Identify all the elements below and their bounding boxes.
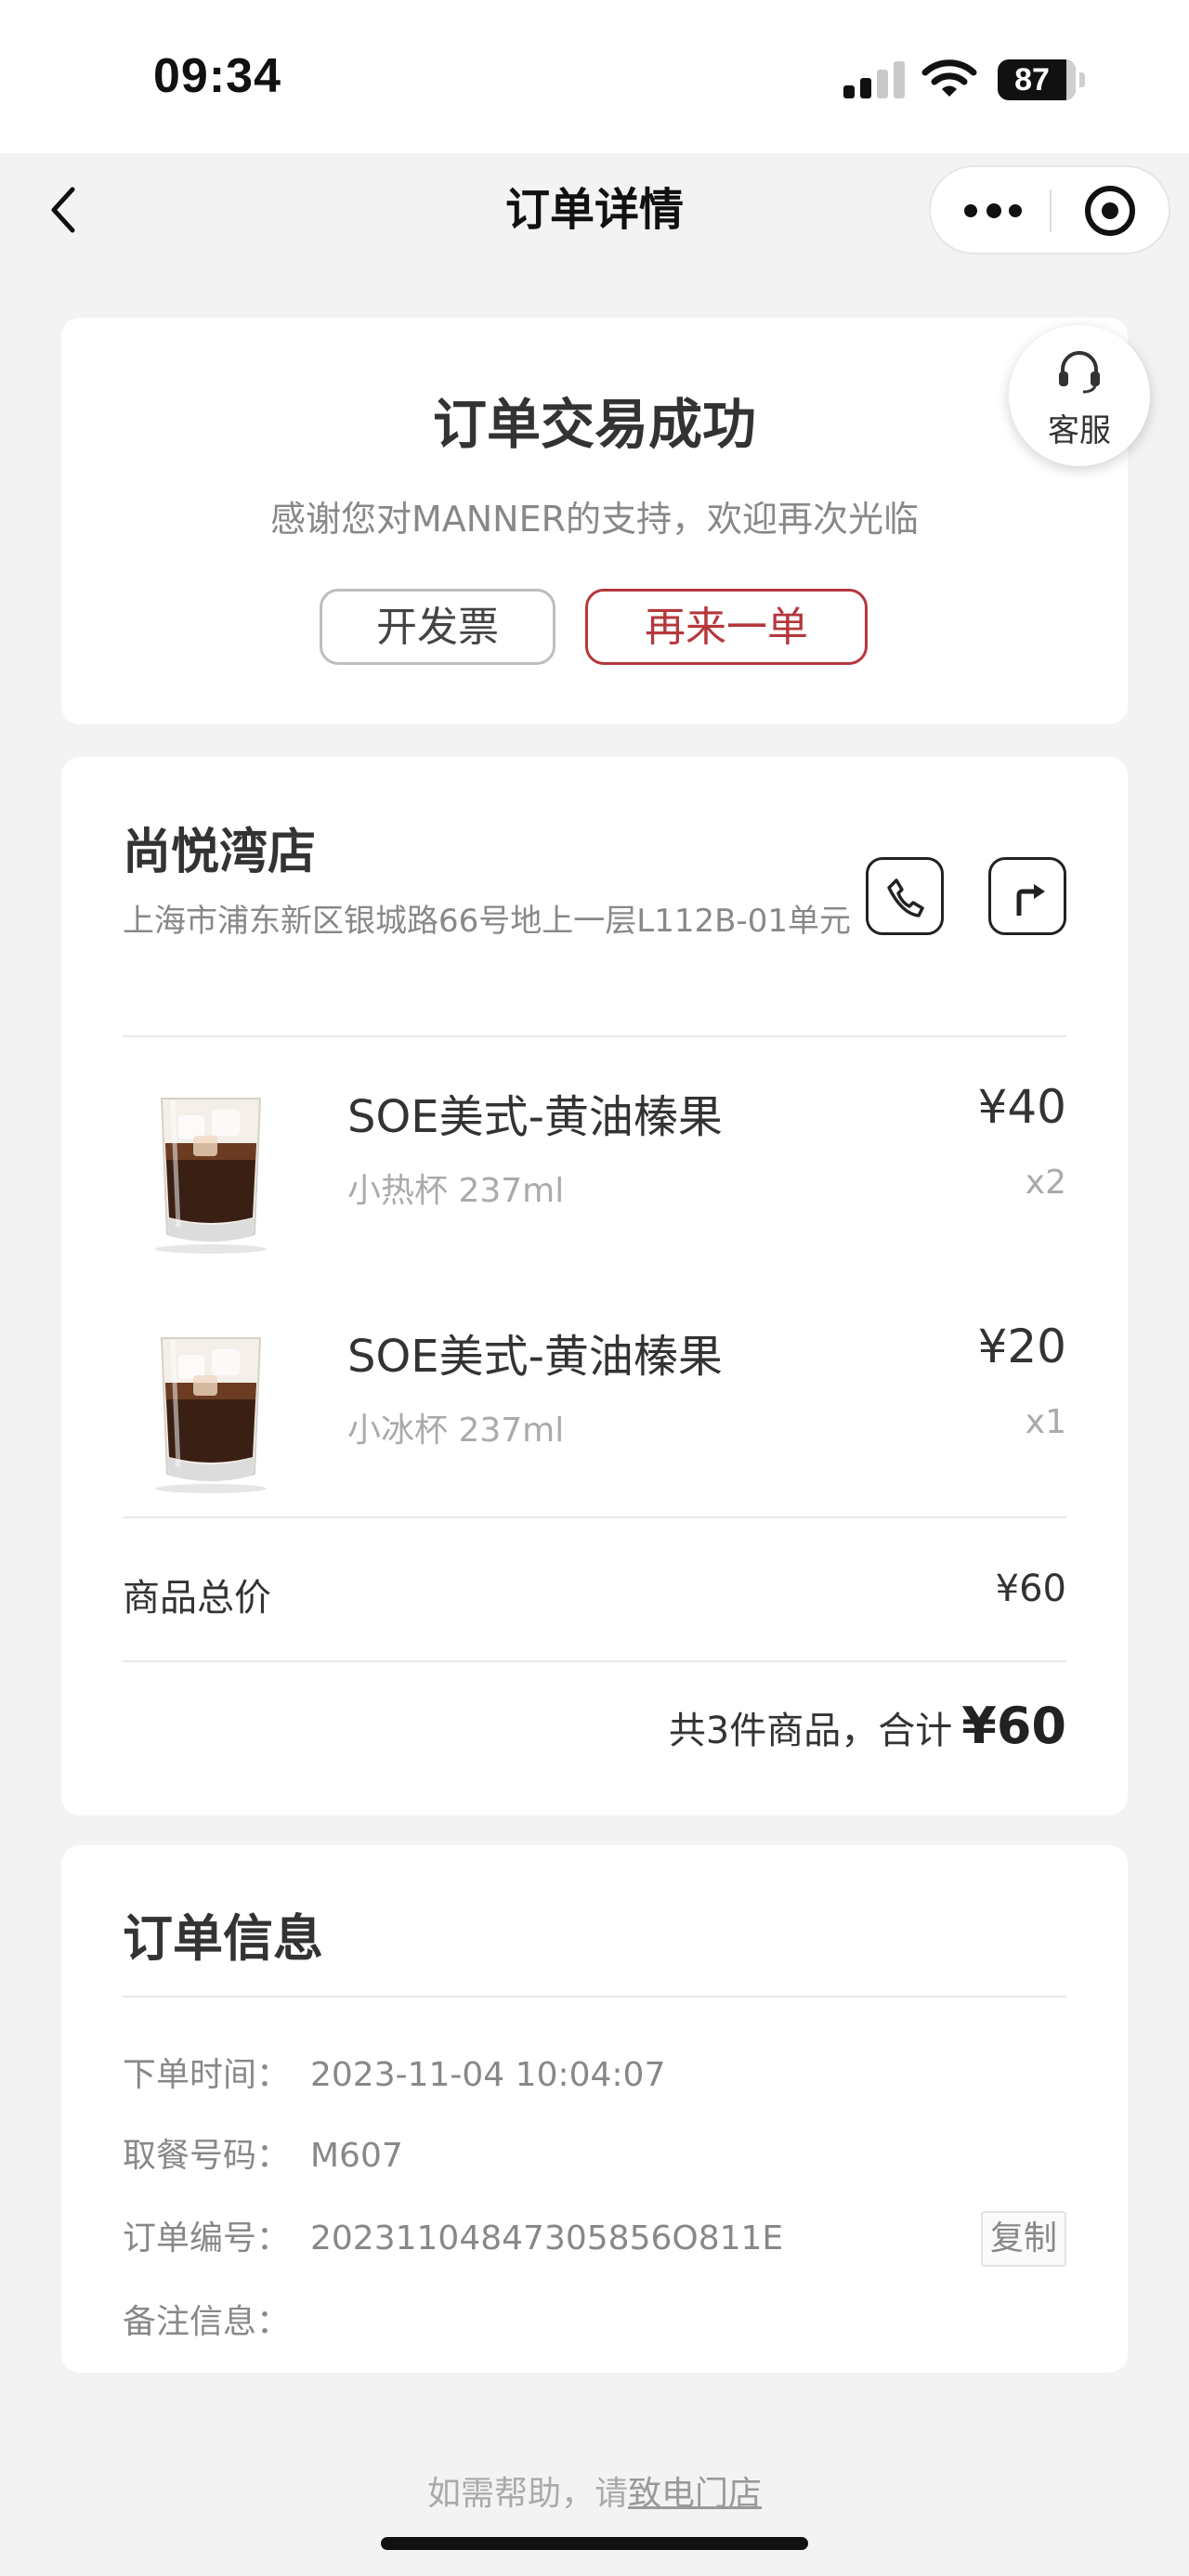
divider <box>123 1996 1066 1997</box>
info-label: 订单编号： <box>123 2219 291 2257</box>
navigation-icon <box>1016 884 1045 916</box>
product-spec: 小热杯 237ml <box>347 1172 565 1210</box>
mini-program-capsule <box>929 165 1170 254</box>
store-name: 尚悦湾店 <box>123 825 317 880</box>
product-image <box>155 1098 267 1254</box>
order-number-row: 订单编号： 20231104847305856O811E 复制 <box>123 2211 1066 2267</box>
info-label: 取餐号码： <box>123 2137 291 2175</box>
divider <box>123 1035 1066 1037</box>
product-quantity: x1 <box>1025 1403 1066 1441</box>
wifi-icon <box>921 59 977 97</box>
capsule-divider <box>1050 189 1052 232</box>
order-info-card: 订单信息 下单时间： 2023-11-04 10:04:07 取餐号码： M60… <box>61 1845 1128 2373</box>
product-name: SOE美式-黄油榛果 <box>347 1331 723 1383</box>
home-indicator <box>381 2537 808 2550</box>
pickup-code-row: 取餐号码： M607 <box>123 2128 1066 2184</box>
total-prefix: 共3件商品，合计 <box>668 1710 953 1752</box>
order-info-title: 订单信息 <box>123 1909 323 1968</box>
headset-icon <box>1059 351 1100 394</box>
subtotal-label: 商品总价 <box>123 1577 271 1620</box>
order-status-title: 订单交易成功 <box>432 393 756 456</box>
customer-service-button[interactable]: 客服 <box>1009 325 1150 466</box>
product-price: ¥40 <box>977 1080 1066 1134</box>
info-value: 2023-11-04 10:04:07 <box>310 2056 666 2094</box>
info-value: 20231104847305856O811E <box>310 2219 784 2257</box>
customer-service-label: 客服 <box>1048 412 1111 449</box>
divider <box>123 1660 1066 1662</box>
product-spec: 小冰杯 237ml <box>347 1412 565 1450</box>
battery-level: 87 <box>1014 62 1050 98</box>
remark-row: 备注信息： <box>123 2295 1066 2350</box>
product-name: SOE美式-黄油榛果 <box>347 1091 723 1143</box>
order-time-row: 下单时间： 2023-11-04 10:04:07 <box>123 2048 1066 2103</box>
help-text: 如需帮助，请致电门店 <box>0 2466 1189 2515</box>
copy-button[interactable]: 复制 <box>981 2211 1066 2267</box>
product-item[interactable]: SOE美式-黄油榛果 小热杯 237ml ¥40 x2 <box>61 1052 1128 1275</box>
help-prefix: 如需帮助，请 <box>426 2475 628 2513</box>
info-label: 备注信息： <box>123 2303 291 2341</box>
store-address: 上海市浦东新区银城路66号地上一层L112B-01单元 <box>123 903 851 940</box>
product-quantity: x2 <box>1025 1164 1066 1202</box>
reorder-button[interactable]: 再来一单 <box>585 589 868 665</box>
invoice-button[interactable]: 开发票 <box>320 589 555 665</box>
signal-icon <box>843 61 905 98</box>
navigate-button[interactable] <box>988 857 1066 935</box>
status-time: 09:34 <box>153 49 281 103</box>
product-image <box>155 1337 267 1493</box>
total-amount: ¥60 <box>961 1697 1066 1755</box>
call-store-link[interactable]: 致电门店 <box>628 2475 762 2513</box>
order-total: 共3件商品，合计 ¥60 <box>669 1697 1066 1755</box>
product-item[interactable]: SOE美式-黄油榛果 小冰杯 237ml ¥20 x1 <box>61 1292 1128 1515</box>
product-price: ¥20 <box>977 1320 1066 1373</box>
call-store-button[interactable] <box>866 857 944 935</box>
status-bar: 09:34 87 <box>0 0 1189 153</box>
phone-icon <box>887 878 924 917</box>
close-mini-program-icon[interactable] <box>1085 186 1135 236</box>
more-icon[interactable] <box>964 191 1022 228</box>
divider <box>123 1516 1066 1518</box>
subtotal-value: ¥60 <box>995 1568 1066 1610</box>
info-value: M607 <box>310 2137 403 2175</box>
order-items-card: 尚悦湾店 上海市浦东新区银城路66号地上一层L112B-01单元 SOE美式-黄… <box>61 757 1128 1815</box>
order-status-subtitle: 感谢您对MANNER的支持，欢迎再次光临 <box>269 499 920 540</box>
info-label: 下单时间： <box>123 2056 291 2094</box>
battery-icon: 87 <box>998 59 1085 100</box>
order-status-card: 订单交易成功 感谢您对MANNER的支持，欢迎再次光临 开发票 再来一单 <box>61 318 1128 724</box>
